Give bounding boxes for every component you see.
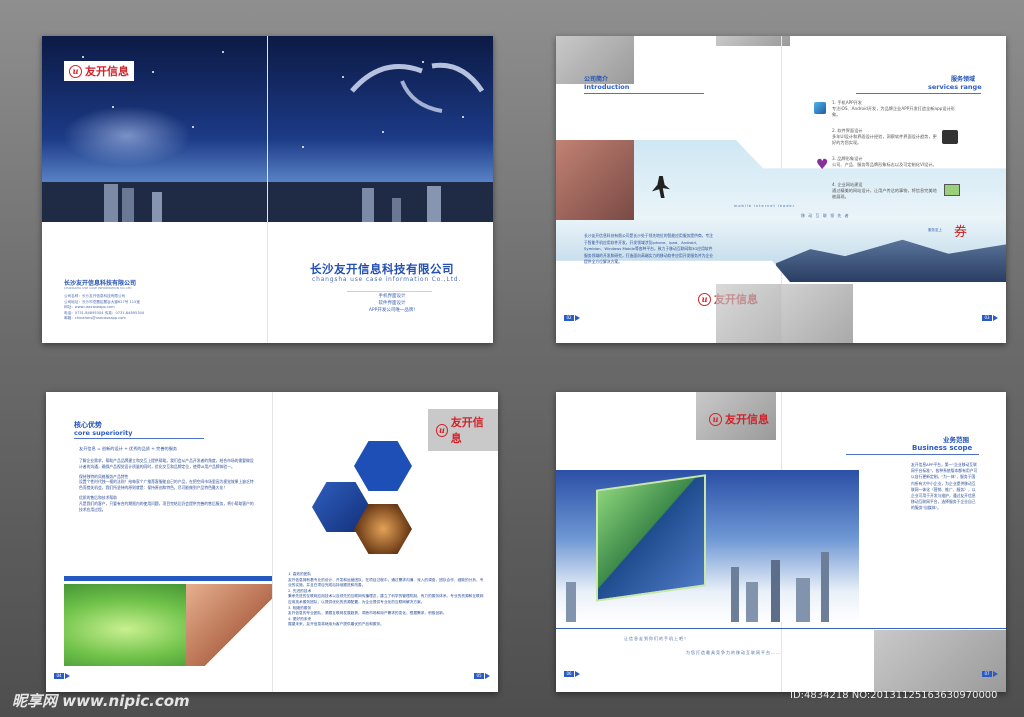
- u-logo-icon: u: [709, 412, 722, 426]
- core-paragraphs: 了解企业需求，帮助产品品牌建立和交互上提供帮助。我们会从产品开发者的角度，结合市…: [79, 458, 257, 512]
- page-number: 03: [982, 315, 992, 321]
- logo-text: 友开信息: [450, 416, 484, 445]
- service-line: APP开发公司唯一品牌!: [368, 308, 416, 313]
- banner-text-en: mobile internet leader: [734, 204, 796, 208]
- contact-info: 公司名称：长沙友开信息科技有限公司 公司地址：长沙市岳麓区麓谷大道627号 11…: [64, 294, 144, 322]
- page-number: 02: [564, 315, 574, 321]
- service-item: 1. 手机APP开发 专注iOS、Android开发，为品牌企业APP开发打造全…: [832, 100, 962, 118]
- services-title-en: services range: [928, 83, 982, 91]
- camera-icon: [942, 130, 958, 144]
- cube-city-image: [556, 470, 859, 622]
- u-logo-icon: u: [436, 423, 448, 437]
- caption-2: 为您打造最具竞争力的移动互联网平台……: [686, 650, 781, 655]
- intro-title: 公司简介: [584, 76, 609, 83]
- cover-logo: u 友开信息: [64, 61, 134, 81]
- business-title: 业务范围: [943, 436, 969, 444]
- service-line: 软件界面设计: [378, 301, 406, 306]
- service-desc: 专注iOS、Android开发，为品牌企业APP开发打造全新app设计形象。: [832, 106, 955, 117]
- service-desc: 公司、产品、服务等品牌形象标志以及可定制化VI设计。: [832, 162, 937, 167]
- paragraph: 设置个性时代独一视的法则！给每家个广推荐客服能自己的产品，在把空间市场里因为视觉…: [79, 479, 254, 491]
- u-logo-icon: u: [69, 64, 82, 78]
- list-text: 展望未来，友开信息将继续为客户提供最优的产品和服务。: [288, 622, 384, 627]
- logo-text: 友开信息: [725, 413, 769, 426]
- hex-blue-image: [354, 441, 412, 491]
- logo-text: 友开信息: [85, 65, 129, 78]
- stamp-small: 服务至上: [928, 228, 942, 232]
- list-text: 秉承先进的互联网应用技术以及领先的互联网传播理念，建立了科学的管理机制，有力的服…: [288, 594, 484, 604]
- page-number: 05: [474, 673, 484, 679]
- core-intro: 友开信息 = 创新的设计 + 优秀的品质 + 完善的服务: [79, 446, 178, 451]
- page-number: 04: [54, 673, 64, 679]
- page-number: 07: [982, 671, 992, 677]
- caption-1: 让信息走到你们的手机上吧！: [624, 636, 689, 641]
- cube-graphic: [596, 474, 706, 602]
- watermark-site: 昵享网 www.nipic.com: [12, 692, 190, 710]
- business-title-en: Business scope: [912, 444, 973, 452]
- cover-services: 手机界面设计 软件界面设计 APP开发公司唯一品牌!: [342, 293, 442, 314]
- services-title: 服务领域: [951, 76, 976, 83]
- monitor-icon: [944, 184, 960, 196]
- climber-figure: [652, 176, 670, 198]
- hands-photo: [186, 584, 272, 666]
- core-title-en: core superiority: [74, 429, 133, 437]
- heart-icon: ♥: [816, 157, 829, 173]
- stamp-char: 券: [954, 225, 968, 240]
- intro-text: 长沙友开信息科技有限公司是长沙处于领先地位的智能应用服务提供商，专注于智能手机应…: [584, 233, 714, 264]
- arrows-graphic: [350, 62, 485, 113]
- cover-spread: u 友开信息 长沙友开信息科技有限公司 changsha use case in…: [42, 36, 493, 343]
- service-item: 2. 软件界面设计 多年UI设计和界面设计经验，洞察软件界面设计趋势，更好的为您…: [832, 128, 937, 146]
- core-spread: 核心优势 core superiority 友开信息 = 创新的设计 + 优秀的…: [46, 392, 498, 692]
- service-desc: 通过精美的网站设计，让用户传达的事物，将信息完美地被展现。: [832, 188, 937, 199]
- watermark-id: ID:4834218 NO:20131125163630970000: [790, 690, 998, 701]
- back-company-name-en: CHANGSHA USE CASE INFORMATION CO.,LTD: [64, 286, 132, 290]
- intro-title-en: Introduction: [584, 83, 630, 91]
- page-number: 06: [564, 671, 574, 677]
- business-spread: u 友开信息 业务范围 Business scope 友开信息APP平台，第一"…: [556, 392, 1006, 692]
- paragraph: 了解企业需求，帮助产品品牌建立和交互上提供帮助。我们会从产品开发者的角度，结合市…: [79, 458, 254, 469]
- service-line: 手机界面设计: [378, 294, 406, 299]
- contact-line: 邮箱：chinafans@usecaseapp.com: [64, 316, 126, 320]
- business-logo: u 友开信息: [704, 409, 774, 429]
- service-desc: 多年UI设计和界面设计经验，洞察软件界面设计趋势，更好的为您实现。: [832, 134, 937, 145]
- service-item: 4. 企业网站建设 通过精美的网站设计，让用户传达的事物，将信息完美地被展现。: [832, 182, 937, 200]
- cover-company-name-en: changsha use case information Co.,Ltd.: [312, 276, 462, 283]
- banner-text: 移 动 互 联 领 先 者: [801, 213, 850, 218]
- cover-company-name: 长沙友开信息科技有限公司: [310, 262, 454, 276]
- core-list: 1. 高效的团队 友开信息拥有着专业的设计、开发和运营团队，在项目过程中，通过需…: [288, 572, 484, 628]
- paragraph: 凡是我们的客户，只要有合约期限内的使用问题，项目完结后仍会提供完善的售后服务，将…: [79, 500, 254, 512]
- service-item: 3. 品牌形象设计 公司、产品、服务等品牌形象标志以及可定制化VI设计。: [832, 156, 962, 168]
- core-logo: u 友开信息: [428, 409, 498, 451]
- business-text: 友开信息APP平台，第一"企业移动互联网平台标准"，各种系统版本都有用户可以自行…: [911, 462, 978, 511]
- app-icon: [814, 102, 826, 114]
- u-logo-icon: u: [698, 292, 711, 306]
- list-text: 友开信息拥有着专业的设计、开发和运营团队，在项目过程中，通过需求沟通、深入的调查…: [288, 577, 484, 588]
- intro-spread: 公司简介 Introduction 服务领域 services range 移 …: [556, 36, 1006, 343]
